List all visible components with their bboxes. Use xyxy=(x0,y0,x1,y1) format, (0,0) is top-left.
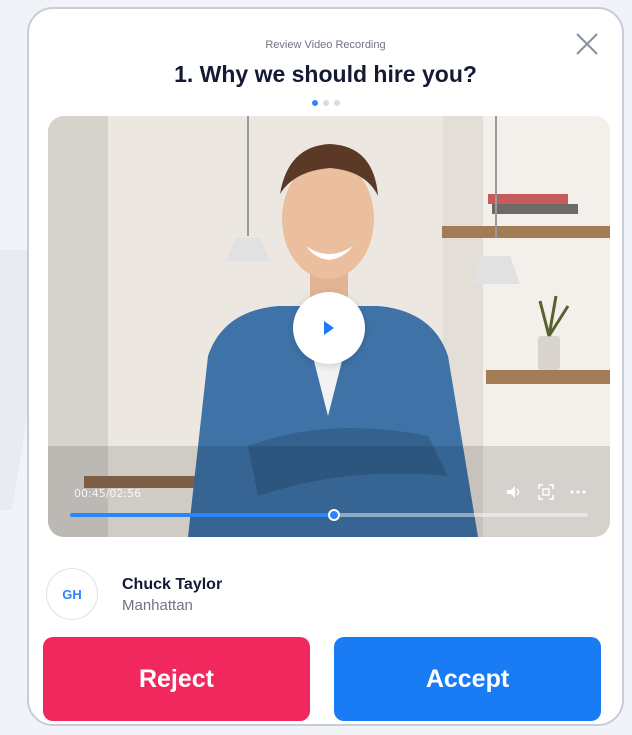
accept-button[interactable]: Accept xyxy=(334,637,601,721)
play-button[interactable] xyxy=(293,292,365,364)
video-player[interactable]: 00:45/02:56 xyxy=(48,116,610,537)
more-icon xyxy=(570,490,586,494)
play-icon xyxy=(324,321,334,335)
video-controls xyxy=(504,482,588,502)
pagination-dot[interactable] xyxy=(333,100,340,106)
fullscreen-icon xyxy=(538,484,554,500)
more-button[interactable] xyxy=(568,482,588,502)
dialog-kicker: Review Video Recording xyxy=(265,39,386,51)
pagination-dots xyxy=(29,100,622,106)
question-title: 1. Why we should hire you? xyxy=(174,61,477,87)
pagination-dot[interactable] xyxy=(311,100,318,106)
volume-icon xyxy=(507,486,520,498)
video-progress-bar[interactable] xyxy=(70,509,588,521)
pagination-dot[interactable] xyxy=(322,100,329,106)
fullscreen-button[interactable] xyxy=(536,482,556,502)
volume-button[interactable] xyxy=(504,482,524,502)
video-progress-fill xyxy=(70,513,335,517)
video-timecode: 00:45/02:56 xyxy=(74,487,142,500)
candidate-avatar: GH xyxy=(46,568,98,620)
candidate-name: Chuck Taylor xyxy=(122,576,223,593)
candidate-location: Manhattan xyxy=(122,597,193,614)
reject-button[interactable]: Reject xyxy=(43,637,310,721)
review-dialog: Review Video Recording 1. Why we should … xyxy=(27,7,624,726)
